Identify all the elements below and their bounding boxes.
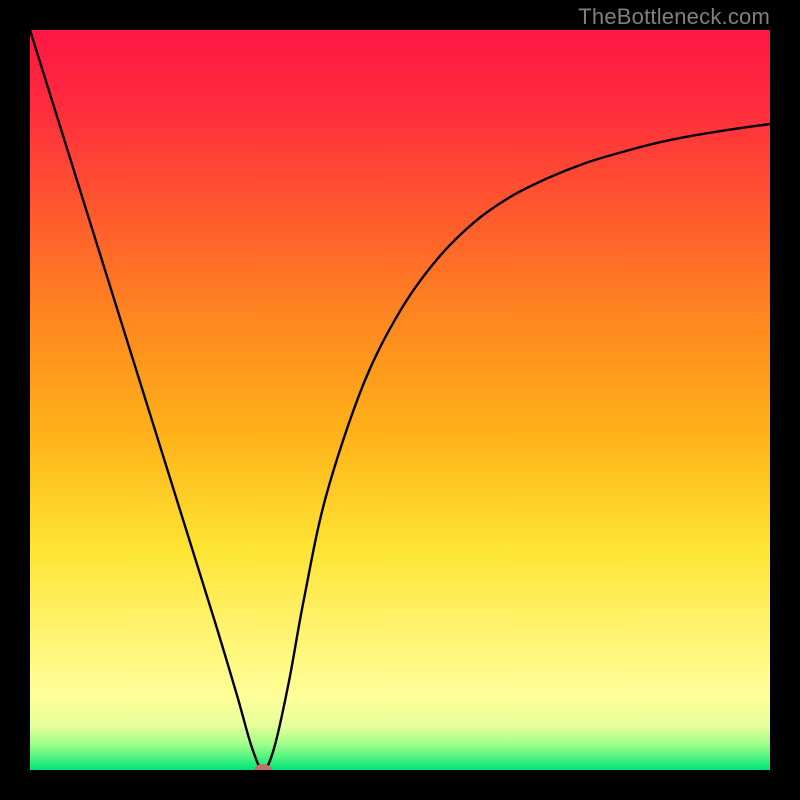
chart-frame: TheBottleneck.com (0, 0, 800, 800)
watermark-text: TheBottleneck.com (578, 4, 770, 30)
plot-area (30, 30, 770, 770)
gradient-background (30, 30, 770, 770)
chart-canvas (30, 30, 770, 770)
